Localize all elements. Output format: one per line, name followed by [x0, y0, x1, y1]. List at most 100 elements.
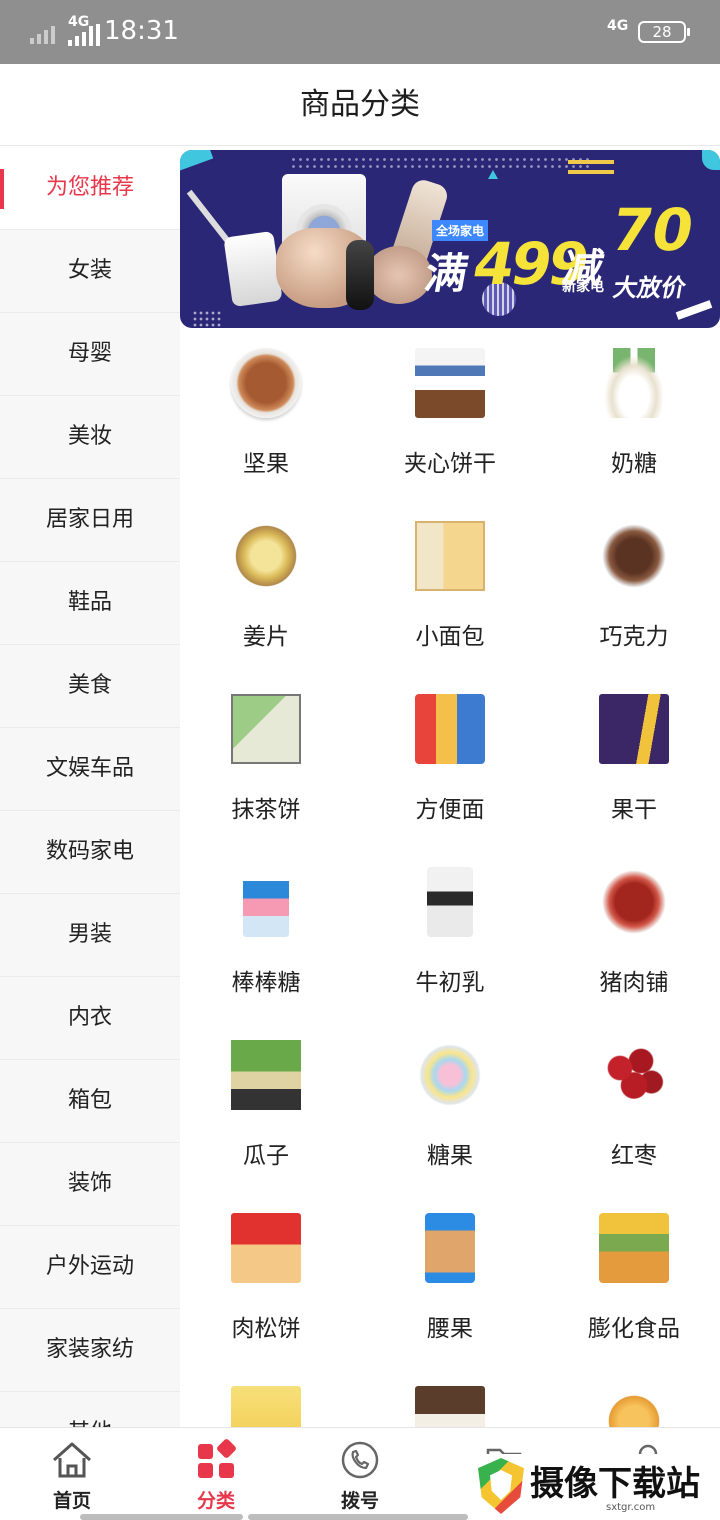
category-label: 糖果: [427, 1143, 473, 1169]
category-label: 坚果: [243, 451, 289, 477]
category-item-colostrum[interactable]: 牛初乳: [358, 849, 542, 1022]
product-image: [231, 1386, 301, 1427]
signal-icon: [30, 20, 55, 44]
air-purifier-image: [223, 230, 283, 308]
nav-dial[interactable]: 拨号: [288, 1428, 432, 1520]
category-item-candy[interactable]: 糖果: [358, 1022, 542, 1195]
sidebar-item-bags[interactable]: 箱包: [0, 1060, 180, 1143]
category-item-red-dates[interactable]: 红枣: [542, 1022, 720, 1195]
decor-dots: [192, 310, 222, 328]
sidebar-item-mens-wear[interactable]: 男装: [0, 894, 180, 977]
sunflower-seeds-image: [231, 1040, 301, 1110]
sidebar-item-outdoor-sports[interactable]: 户外运动: [0, 1226, 180, 1309]
category-item-milk-candy[interactable]: 奶糖: [542, 330, 720, 503]
category-item[interactable]: [542, 1368, 720, 1427]
puffed-food-image: [599, 1213, 669, 1283]
product-image: [599, 1386, 669, 1427]
chocolate-image: [599, 521, 669, 591]
decor-triangle: [488, 170, 498, 179]
network-type: 4G: [68, 14, 90, 30]
nav-label: 分类: [196, 1490, 235, 1512]
category-label: 奶糖: [611, 451, 657, 477]
sidebar-item-shoes[interactable]: 鞋品: [0, 562, 180, 645]
phone-icon: [341, 1441, 379, 1479]
category-label: 抹茶饼: [231, 797, 301, 823]
category-item-instant-noodles[interactable]: 方便面: [358, 676, 542, 849]
decor-shape: [702, 150, 720, 170]
decor-zigzag: [568, 160, 614, 174]
candy-image: [415, 1040, 485, 1110]
sidebar-item-other[interactable]: 其他: [0, 1392, 180, 1427]
category-item-nuts[interactable]: 坚果: [174, 330, 358, 503]
banner-sale: 大放价: [611, 274, 689, 302]
banner-discount: 70: [606, 196, 699, 264]
category-item-matcha-cake[interactable]: 抹茶饼: [174, 676, 358, 849]
pork-jerky-image: [599, 867, 669, 937]
nuts-image: [231, 348, 301, 418]
sidebar-item-womens-wear[interactable]: 女装: [0, 230, 180, 313]
category-label: 瓜子: [243, 1143, 289, 1169]
red-dates-image: [599, 1040, 669, 1110]
sidebar-item-entertainment-auto[interactable]: 文娱车品: [0, 728, 180, 811]
category-item-sunflower-seeds[interactable]: 瓜子: [174, 1022, 358, 1195]
category-item-meat-floss-cake[interactable]: 肉松饼: [174, 1195, 358, 1368]
category-item-ginger[interactable]: 姜片: [174, 503, 358, 676]
product-image: [415, 1386, 485, 1427]
category-label: 牛初乳: [415, 970, 485, 996]
category-label: 方便面: [415, 797, 485, 823]
sidebar-item-recommended[interactable]: 为您推荐: [0, 147, 180, 230]
clock: 18:31: [104, 16, 179, 46]
sidebar-item-food[interactable]: 美食: [0, 645, 180, 728]
category-item-lollipop[interactable]: 棒棒糖: [174, 849, 358, 1022]
category-label: 肉松饼: [231, 1316, 301, 1342]
category-item-sandwich-biscuit[interactable]: 夹心饼干: [358, 330, 542, 503]
battery-icon: 28: [638, 21, 690, 43]
banner-text: 全场家电 满 499 减 70 新家电 大放价: [421, 196, 716, 316]
nav-category[interactable]: 分类: [144, 1428, 288, 1520]
nav-label: 首页: [52, 1490, 91, 1512]
nav-label: 拨号: [340, 1490, 379, 1512]
sidebar-item-beauty[interactable]: 美妆: [0, 396, 180, 479]
category-label: 巧克力: [599, 624, 669, 650]
banner-new-appliance: 新家电: [562, 279, 604, 295]
promo-banner[interactable]: 全场家电 满 499 减 70 新家电 大放价: [180, 150, 720, 328]
category-label: 腰果: [427, 1316, 473, 1342]
page-title: 商品分类: [300, 87, 420, 122]
banner-man: 满: [421, 249, 472, 298]
sidebar-item-home-textiles[interactable]: 家装家纺: [0, 1309, 180, 1392]
dried-fruit-image: [599, 694, 669, 764]
lollipop-image: [243, 867, 289, 937]
category-item[interactable]: [174, 1368, 358, 1427]
watermark-url: sxtgr.com: [606, 1502, 656, 1513]
scroll-indicator: [248, 1514, 468, 1520]
category-label: 夹心饼干: [404, 451, 496, 477]
category-item[interactable]: [358, 1368, 542, 1427]
page-header: 商品分类: [0, 64, 720, 146]
category-item-chocolate[interactable]: 巧克力: [542, 503, 720, 676]
colostrum-image: [427, 867, 473, 937]
sidebar-item-decoration[interactable]: 装饰: [0, 1143, 180, 1226]
sidebar-item-household[interactable]: 居家日用: [0, 479, 180, 562]
category-item-cashew[interactable]: 腰果: [358, 1195, 542, 1368]
decor-shape: [180, 150, 214, 173]
sidebar-item-mother-baby[interactable]: 母婴: [0, 313, 180, 396]
ginger-slices-image: [231, 521, 301, 591]
watermark-logo: 摄像下载站 sxtgr.com: [472, 1454, 720, 1520]
category-label: 膨化食品: [588, 1316, 680, 1342]
shaver-image: [346, 240, 374, 310]
scroll-indicator: [80, 1514, 243, 1520]
category-item-dried-fruit[interactable]: 果干: [542, 676, 720, 849]
small-bread-image: [415, 521, 485, 591]
category-sidebar[interactable]: 为您推荐 女装 母婴 美妆 居家日用 鞋品 美食 文娱车品 数码家电 男装 内衣…: [0, 147, 180, 1427]
category-item-small-bread[interactable]: 小面包: [358, 503, 542, 676]
sidebar-item-underwear[interactable]: 内衣: [0, 977, 180, 1060]
status-bar: 4G 18:31 4G 28: [0, 0, 720, 64]
sidebar-item-digital-appliances[interactable]: 数码家电: [0, 811, 180, 894]
category-label: 姜片: [243, 624, 289, 650]
nav-home[interactable]: 首页: [0, 1428, 144, 1520]
milk-candy-image: [599, 348, 669, 418]
sandwich-biscuit-image: [415, 348, 485, 418]
meat-floss-cake-image: [231, 1213, 301, 1283]
category-item-pork-jerky[interactable]: 猪肉铺: [542, 849, 720, 1022]
category-item-puffed-food[interactable]: 膨化食品: [542, 1195, 720, 1368]
